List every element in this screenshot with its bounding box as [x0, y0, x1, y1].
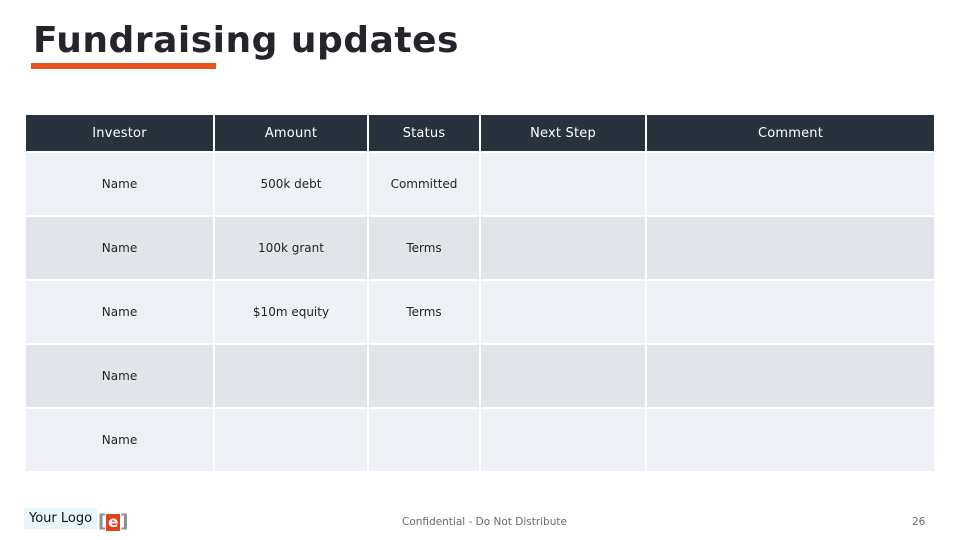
cell-investor: Name — [26, 345, 215, 409]
cell-status — [369, 409, 481, 471]
table-row: Name — [26, 345, 934, 409]
table-row: Name 100k grant Terms — [26, 217, 934, 281]
cell-status: Terms — [369, 217, 481, 281]
column-header-comment: Comment — [647, 115, 934, 153]
cell-next-step — [481, 281, 647, 345]
column-header-investor: Investor — [26, 115, 215, 153]
logo-placeholder: Your Logo — [24, 508, 98, 529]
cell-next-step — [481, 409, 647, 471]
cell-investor: Name — [26, 409, 215, 471]
cell-investor: Name — [26, 217, 215, 281]
page-number: 26 — [912, 516, 926, 528]
cell-amount: $10m equity — [215, 281, 369, 345]
column-header-amount: Amount — [215, 115, 369, 153]
column-header-next-step: Next Step — [481, 115, 647, 153]
cell-comment — [647, 409, 934, 471]
cell-status: Committed — [369, 153, 481, 217]
cell-amount — [215, 345, 369, 409]
cell-comment — [647, 217, 934, 281]
brand-bracket-open: [ — [98, 511, 107, 532]
cell-comment — [647, 281, 934, 345]
cell-status: Terms — [369, 281, 481, 345]
cell-investor: Name — [26, 153, 215, 217]
title-underline-accent — [31, 63, 216, 69]
cell-next-step — [481, 153, 647, 217]
cell-comment — [647, 345, 934, 409]
cell-amount: 500k debt — [215, 153, 369, 217]
brand-bracket-close: ] — [120, 511, 129, 532]
table-row: Name 500k debt Committed — [26, 153, 934, 217]
table-row: Name — [26, 409, 934, 471]
table-header-row: Investor Amount Status Next Step Comment — [26, 115, 934, 153]
brand-logo-icon: [ e ] — [98, 511, 128, 533]
slide-title: Fundraising updates — [33, 20, 459, 61]
cell-amount — [215, 409, 369, 471]
fundraising-table: Investor Amount Status Next Step Comment… — [26, 115, 934, 471]
table-row: Name $10m equity Terms — [26, 281, 934, 345]
confidential-notice: Confidential - Do Not Distribute — [402, 516, 567, 528]
column-header-status: Status — [369, 115, 481, 153]
cell-investor: Name — [26, 281, 215, 345]
cell-status — [369, 345, 481, 409]
brand-letter: e — [106, 512, 121, 531]
cell-amount: 100k grant — [215, 217, 369, 281]
cell-next-step — [481, 345, 647, 409]
cell-comment — [647, 153, 934, 217]
cell-next-step — [481, 217, 647, 281]
